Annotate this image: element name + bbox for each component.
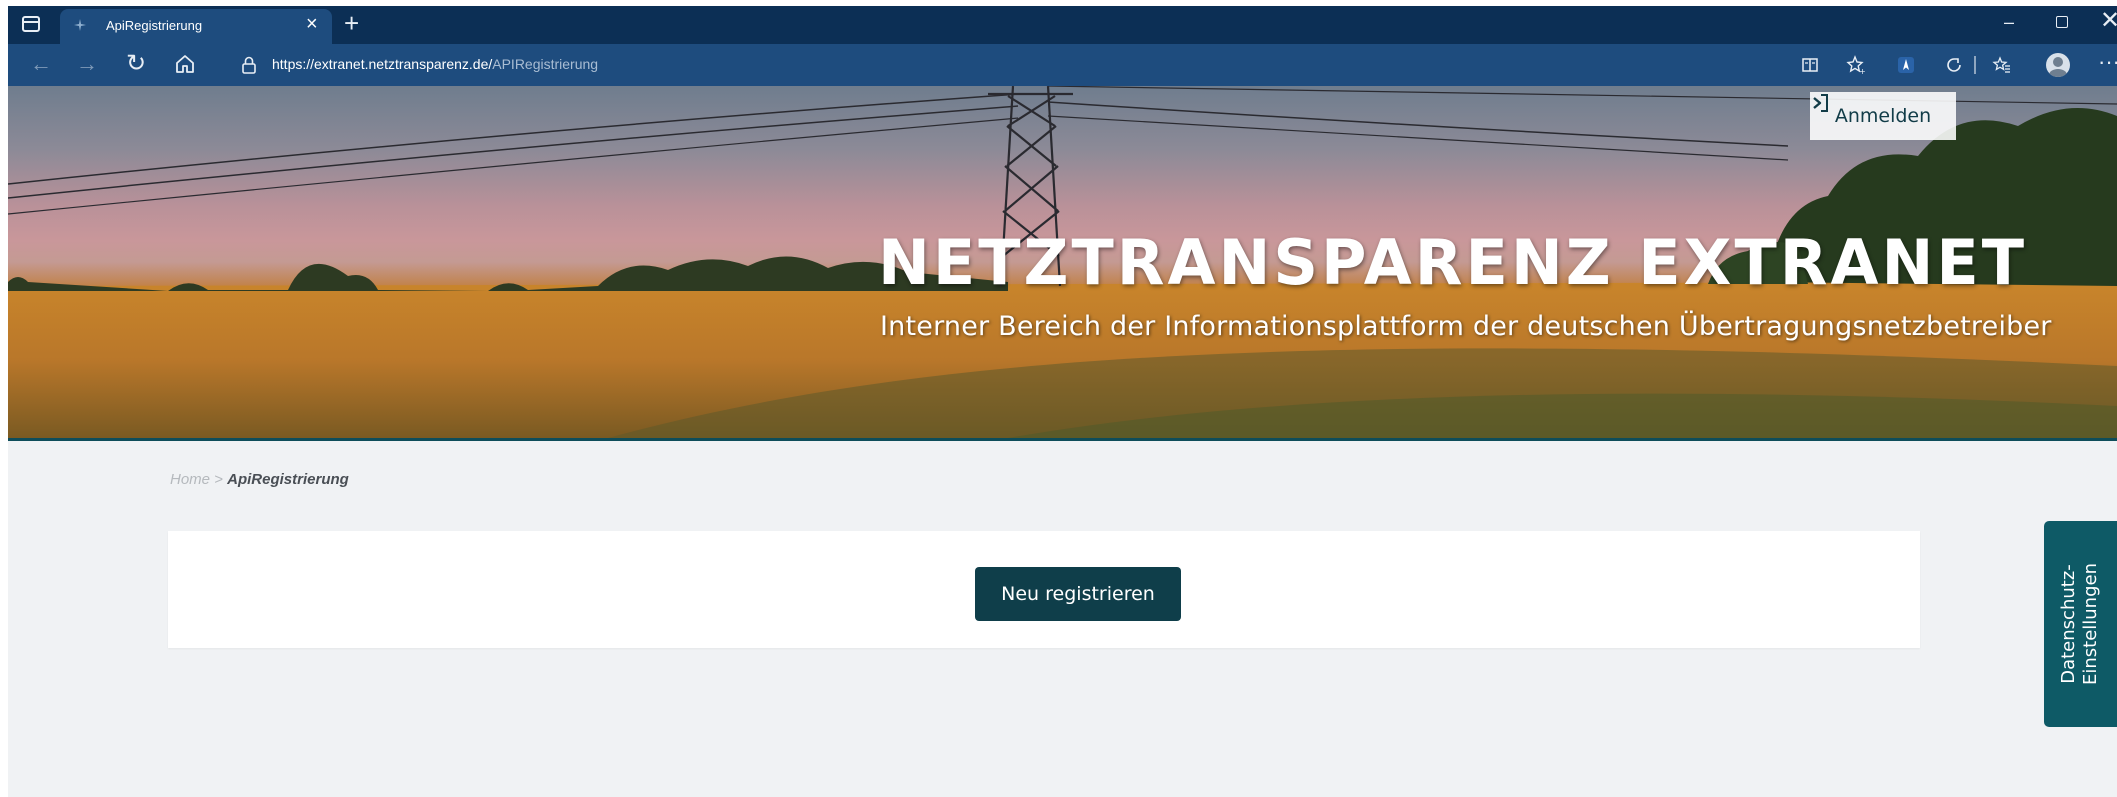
login-button[interactable]: Anmelden xyxy=(1810,92,1956,140)
privacy-settings-tab[interactable]: Datenschutz- Einstellungen xyxy=(2044,521,2117,727)
favicon-icon xyxy=(74,19,86,31)
url-host: https://extranet.netztransparenz.de/ xyxy=(272,56,493,72)
login-label: Anmelden xyxy=(1834,105,1932,127)
performance-icon[interactable] xyxy=(1944,55,1964,75)
immersive-reader-icon[interactable] xyxy=(1800,55,1820,75)
svg-text:+: + xyxy=(1859,67,1866,75)
new-tab-button[interactable]: + xyxy=(344,9,359,37)
login-icon xyxy=(1813,94,1828,112)
favorites-icon[interactable] xyxy=(1992,55,2012,75)
address-bar[interactable]: https://extranet.netztransparenz.de/APIR… xyxy=(228,50,1828,80)
breadcrumb-home-link[interactable]: Home xyxy=(170,471,210,488)
close-window-button[interactable]: ✕ xyxy=(2100,9,2117,33)
url-path: APIRegistrierung xyxy=(492,56,599,72)
main-content: Home > ApiRegistrierung Neu registrieren… xyxy=(8,441,2117,797)
register-button[interactable]: Neu registrieren xyxy=(975,567,1181,621)
forward-button[interactable]: → xyxy=(76,51,98,77)
browser-window: ApiRegistrierung × + – ✕ ← → ↻ https://e… xyxy=(8,6,2117,797)
minimize-button[interactable]: – xyxy=(2004,12,2014,33)
privacy-label-line1: Datenschutz- xyxy=(2058,564,2080,684)
browser-tab-bar: ApiRegistrierung × + – ✕ xyxy=(8,6,2117,44)
lock-icon[interactable] xyxy=(241,56,257,74)
privacy-settings-label: Datenschutz- Einstellungen xyxy=(2059,563,2103,685)
restore-button[interactable] xyxy=(2056,16,2068,28)
browser-tab[interactable]: ApiRegistrierung × xyxy=(60,9,332,44)
tab-actions-icon[interactable] xyxy=(22,16,40,32)
tab-title: ApiRegistrierung xyxy=(106,18,203,33)
privacy-label-line2: Einstellungen xyxy=(2080,562,2102,686)
back-button[interactable]: ← xyxy=(30,51,52,77)
toolbar-divider xyxy=(1974,56,1976,74)
add-favorite-icon[interactable]: + xyxy=(1846,55,1866,75)
hero-banner: Anmelden NETZTRANSPARENZ EXTRANET Intern… xyxy=(8,86,2117,438)
browser-toolbar: ← → ↻ https://extranet.netztransparenz.d… xyxy=(8,44,2117,86)
site-subtitle: Interner Bereich der Informationsplattfo… xyxy=(880,311,2052,342)
breadcrumb-separator: > xyxy=(210,471,228,488)
tab-close-icon[interactable]: × xyxy=(306,14,318,34)
breadcrumb-current: ApiRegistrierung xyxy=(227,471,349,488)
more-menu-icon[interactable]: ··· xyxy=(2098,49,2117,75)
refresh-button[interactable]: ↻ xyxy=(126,51,146,77)
url-text[interactable]: https://extranet.netztransparenz.de/APIR… xyxy=(272,56,598,72)
home-icon[interactable] xyxy=(174,53,196,75)
extension-icon[interactable] xyxy=(1896,55,1916,75)
breadcrumb: Home > ApiRegistrierung xyxy=(170,471,349,488)
site-title: NETZTRANSPARENZ EXTRANET xyxy=(878,226,2028,299)
profile-avatar-icon[interactable] xyxy=(2046,53,2070,77)
registration-card: Neu registrieren xyxy=(168,531,1920,648)
